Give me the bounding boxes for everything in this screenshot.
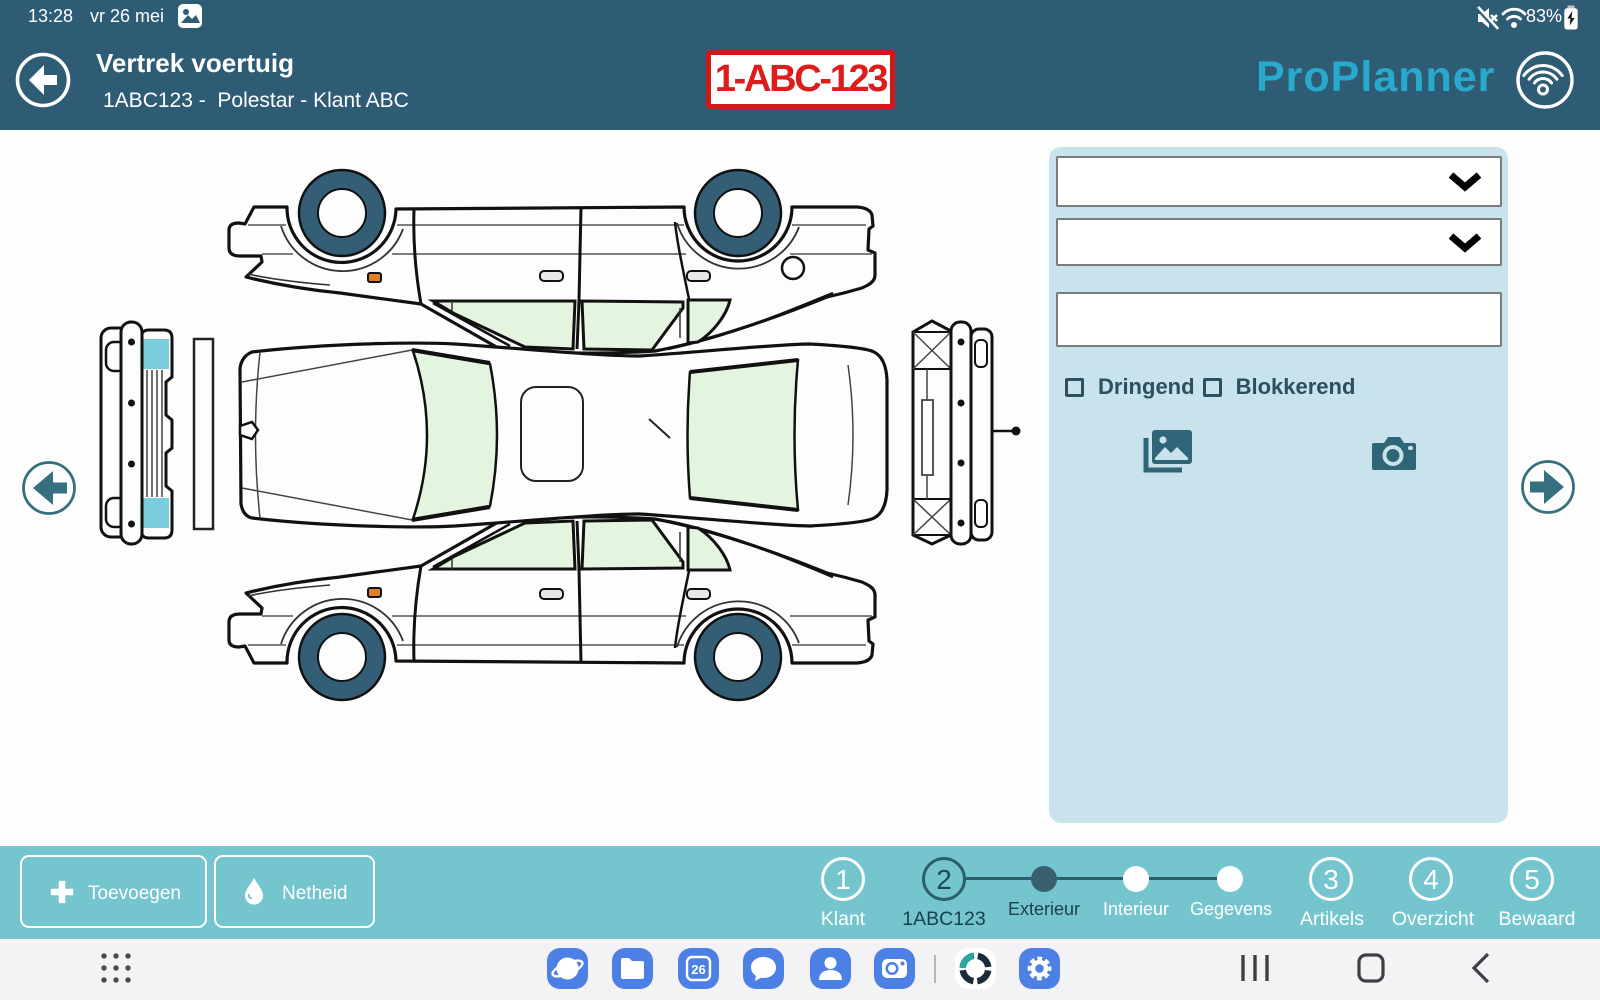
- svg-text:26: 26: [691, 962, 705, 977]
